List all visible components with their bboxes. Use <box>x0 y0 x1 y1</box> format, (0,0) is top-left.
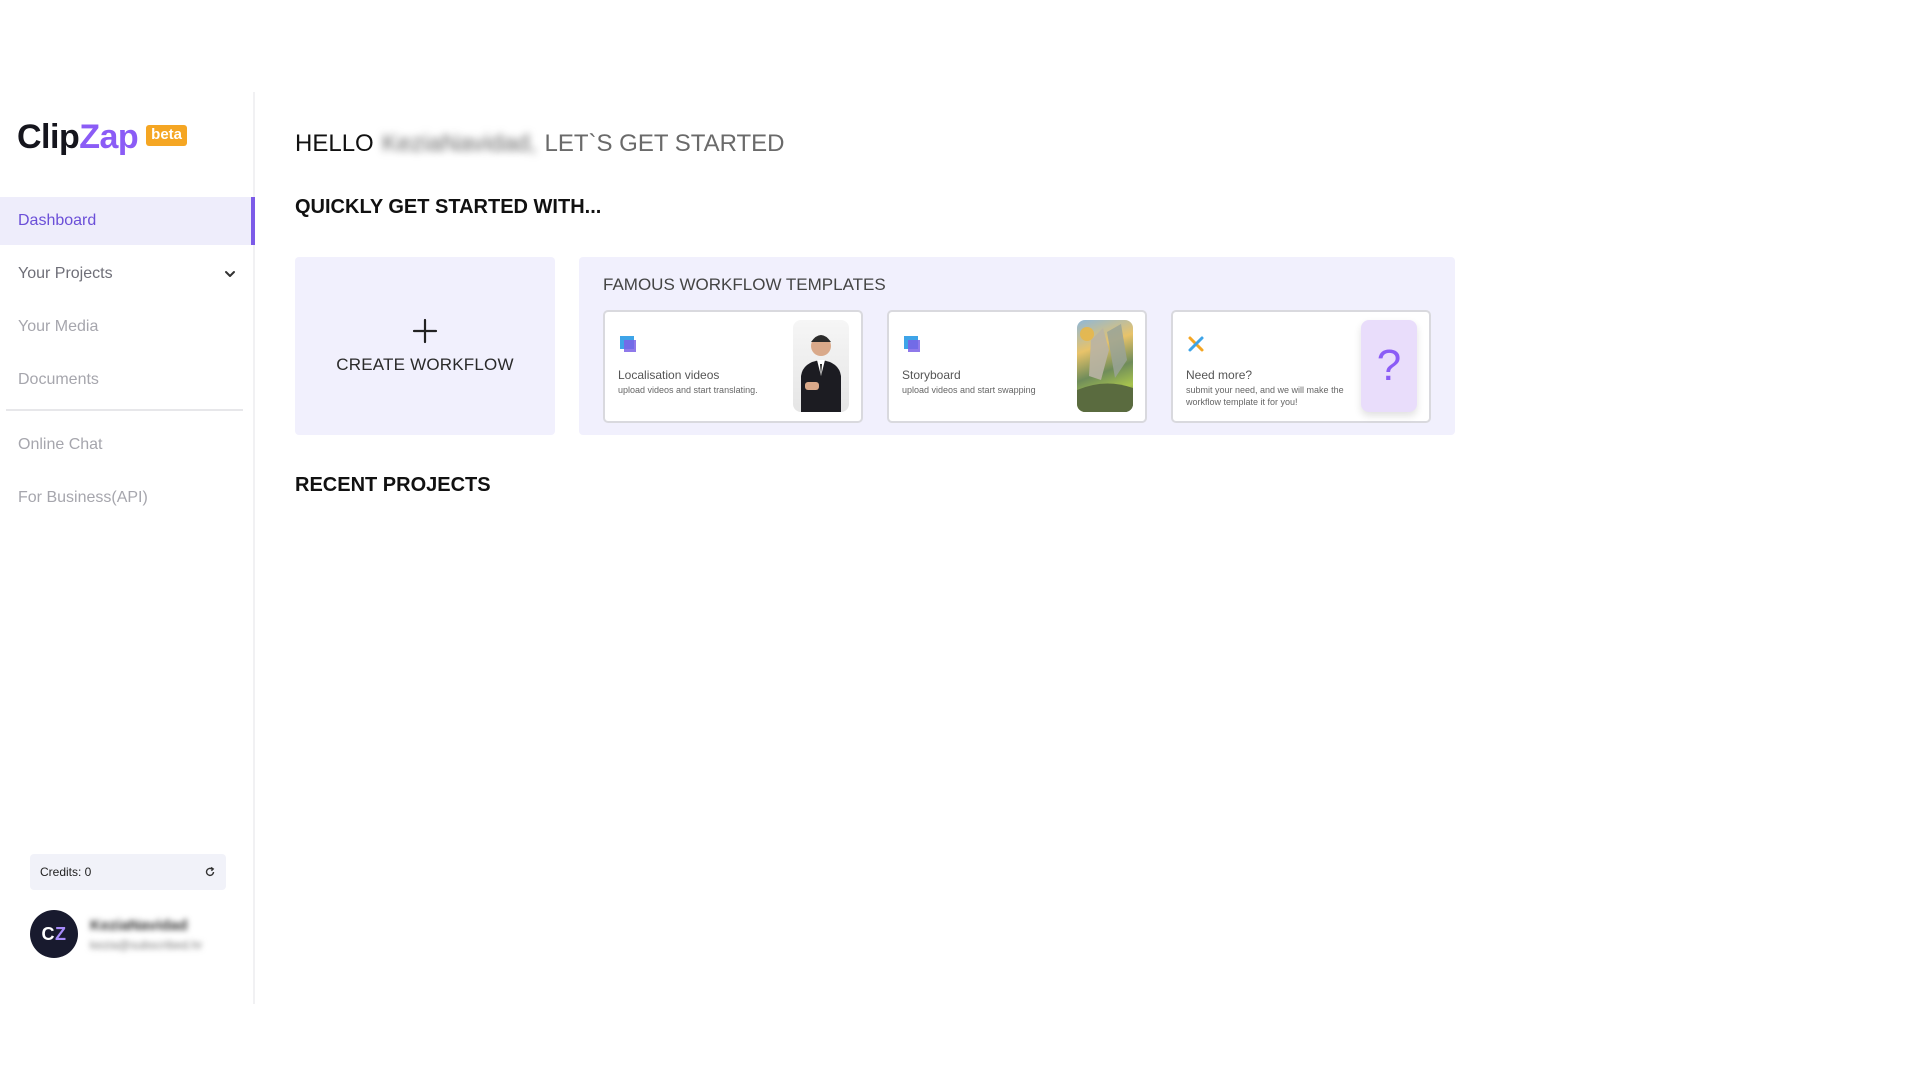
sidebar-item-documents[interactable]: Documents <box>0 356 255 404</box>
template-name: Localisation videos <box>618 368 720 382</box>
storyboard-icon <box>904 336 920 352</box>
template-desc: upload videos and start swapping <box>902 385 1036 395</box>
logo-wordmark: ClipZap <box>17 118 139 156</box>
template-name: Need more? <box>1186 368 1253 382</box>
question-mark-icon: ? <box>1376 341 1402 390</box>
tools-icon <box>1188 336 1204 352</box>
plus-icon <box>412 318 438 344</box>
template-thumbnail-person <box>793 320 849 412</box>
credits-box: Credits: 0 <box>30 854 226 890</box>
sidebar-item-label: Your Media <box>18 318 99 335</box>
template-name: Storyboard <box>902 368 961 382</box>
greeting-hello: HELLO <box>295 130 374 157</box>
create-workflow-button[interactable]: CREATE WORKFLOW <box>295 257 555 435</box>
sidebar-item-your-media[interactable]: Your Media <box>0 303 255 351</box>
avatar[interactable]: CZ <box>30 910 78 958</box>
sidebar-item-label: For Business(API) <box>18 489 148 506</box>
sidebar-item-label: Online Chat <box>18 436 103 453</box>
logo-zap: Zap <box>79 118 139 156</box>
user-text: KeziaNavidad kezia@subscribed.hr <box>90 917 202 952</box>
sidebar-item-online-chat[interactable]: Online Chat <box>0 421 255 469</box>
template-card-storyboard[interactable]: Storyboard upload videos and start swapp… <box>887 310 1147 423</box>
user-profile[interactable]: CZ KeziaNavidad kezia@subscribed.hr <box>30 910 202 958</box>
avatar-initial-c: C <box>41 923 55 944</box>
sidebar-item-dashboard[interactable]: Dashboard <box>0 197 255 245</box>
recent-projects-title: RECENT PROJECTS <box>295 474 491 496</box>
app-root: ClipZap beta Dashboard Your Projects You… <box>0 0 1920 1080</box>
create-workflow-label: CREATE WORKFLOW <box>336 355 514 374</box>
template-thumbnail-question: ? <box>1361 320 1417 412</box>
greeting: HELLO KeziaNavidad, LET`S GET STARTED <box>295 130 785 158</box>
credits-label: Credits: 0 <box>40 865 92 879</box>
greeting-rest: LET`S GET STARTED <box>544 130 785 157</box>
template-card-localisation[interactable]: Localisation videos upload videos and st… <box>603 310 863 423</box>
beta-badge: beta <box>146 124 188 146</box>
template-card-need-more[interactable]: Need more? submit your need, and we will… <box>1171 310 1431 423</box>
landscape-illustration-icon <box>1077 324 1133 412</box>
chevron-down-icon[interactable] <box>223 267 237 281</box>
sidebar: ClipZap beta Dashboard Your Projects You… <box>0 92 255 1004</box>
sidebar-item-for-business[interactable]: For Business(API) <box>0 474 255 522</box>
avatar-initial-z: Z <box>55 923 67 944</box>
sidebar-nav: Dashboard Your Projects Your Media Docum… <box>0 197 255 527</box>
template-thumbnail-landscape <box>1077 320 1133 412</box>
video-translate-icon <box>620 336 636 352</box>
nav-divider <box>6 409 243 411</box>
quick-start-title: QUICKLY GET STARTED WITH... <box>295 196 602 218</box>
sidebar-item-label: Documents <box>18 371 99 388</box>
refresh-icon[interactable] <box>204 866 216 878</box>
templates-title: FAMOUS WORKFLOW TEMPLATES <box>603 275 886 294</box>
logo[interactable]: ClipZap beta <box>17 118 188 156</box>
user-name: KeziaNavidad <box>90 916 188 934</box>
sidebar-item-label: Your Projects <box>18 265 113 282</box>
person-illustration-icon <box>801 335 841 412</box>
greeting-name: KeziaNavidad, <box>381 130 537 157</box>
sidebar-item-label: Dashboard <box>18 212 97 229</box>
user-email: kezia@subscribed.hr <box>90 937 203 952</box>
template-desc: upload videos and start translating. <box>618 385 758 395</box>
sidebar-item-your-projects[interactable]: Your Projects <box>0 250 255 298</box>
template-desc: submit your need, and we will make the w… <box>1186 385 1344 407</box>
workflow-templates: FAMOUS WORKFLOW TEMPLATES Localisation v… <box>579 257 1455 435</box>
logo-clip: Clip <box>17 118 80 156</box>
